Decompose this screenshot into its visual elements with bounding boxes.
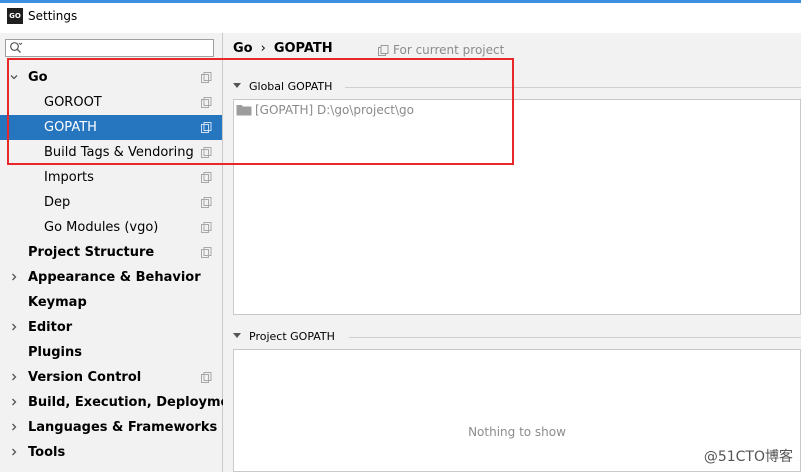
chevron-right-icon[interactable] — [10, 448, 18, 456]
section-divider — [349, 337, 801, 338]
settings-search-input[interactable] — [5, 39, 214, 57]
tree-item-label: Editor — [28, 320, 73, 335]
tree-item[interactable]: Plugins — [0, 340, 222, 365]
chevron-right-icon[interactable] — [10, 373, 18, 381]
project-gopath-title: Project GOPATH — [249, 330, 335, 343]
tree-item[interactable]: Build, Execution, Deployment — [0, 390, 245, 415]
title-bar: GO Settings — [0, 0, 801, 33]
tree-item-label: Version Control — [28, 370, 142, 385]
project-scope-icon — [201, 172, 212, 183]
breadcrumb-current: GOPATH — [273, 41, 333, 56]
tree-item-label: Project Structure — [28, 245, 155, 260]
tree-item-label: Build Tags & Vendoring — [44, 145, 194, 160]
tree-item[interactable]: GOROOT — [0, 90, 222, 115]
tree-item[interactable]: Appearance & Behavior — [0, 265, 222, 290]
collapse-triangle-icon — [233, 83, 241, 88]
tree-item-label: Keymap — [28, 295, 87, 310]
tree-item-label: GOROOT — [44, 95, 102, 110]
tree-item[interactable]: GOPATH — [0, 115, 222, 140]
watermark: @51CTO博客 — [703, 449, 793, 465]
project-scope-icon — [201, 222, 212, 233]
chevron-right-icon[interactable] — [10, 423, 18, 431]
tree-item[interactable]: Dep — [0, 190, 222, 215]
breadcrumb-separator: › — [260, 41, 266, 56]
empty-list-text: Nothing to show — [468, 425, 566, 439]
project-scope-icon — [201, 97, 212, 108]
tree-item-label: Appearance & Behavior — [28, 270, 201, 285]
global-gopath-list[interactable]: [GOPATH] D:\go\project\go — [233, 99, 801, 315]
project-scope-icon — [201, 72, 212, 83]
section-divider — [345, 87, 801, 88]
tree-item[interactable]: Languages & Frameworks — [0, 415, 222, 440]
tree-item[interactable]: Project Structure — [0, 240, 222, 265]
project-gopath-header[interactable]: Project GOPATH — [233, 330, 335, 343]
tree-item-label: Plugins — [28, 345, 82, 360]
breadcrumb: Go › GOPATH — [233, 41, 333, 56]
tree-item[interactable]: Tools — [0, 440, 222, 465]
project-scope-icon — [378, 45, 389, 56]
window-title: Settings — [28, 9, 78, 23]
goland-app-icon: GO — [7, 8, 23, 24]
tree-item-label: Go Modules (vgo) — [44, 220, 159, 235]
chevron-down-icon[interactable] — [10, 73, 18, 81]
gopath-settings-panel: Go › GOPATH For current project Global GOP… — [223, 33, 801, 472]
tree-item[interactable]: Go Modules (vgo) — [0, 215, 222, 240]
folder-icon — [236, 105, 252, 116]
project-scope-icon — [201, 372, 212, 383]
project-scope-icon — [201, 147, 212, 158]
scope-note-text: For current project — [393, 43, 505, 57]
project-scope-icon — [201, 247, 212, 258]
chevron-right-icon[interactable] — [10, 398, 18, 406]
tree-item-label: Tools — [28, 445, 66, 460]
settings-sidebar: Go GOROOT GOPATH Build Tags & Vendoring Impo… — [0, 33, 245, 472]
search-icon — [10, 42, 23, 53]
scope-note: For current project — [378, 43, 504, 57]
chevron-right-icon[interactable] — [10, 323, 18, 331]
breadcrumb-parent[interactable]: Go — [233, 41, 253, 56]
tree-item-label: GOPATH — [44, 120, 97, 135]
collapse-triangle-icon — [233, 333, 241, 338]
tree-item-label: Dep — [44, 195, 71, 210]
project-scope-icon — [201, 122, 212, 133]
tree-item[interactable]: Go — [0, 65, 222, 90]
tree-item[interactable]: Keymap — [0, 290, 222, 315]
global-gopath-title: Global GOPATH — [249, 80, 333, 93]
global-gopath-entry[interactable]: [GOPATH] D:\go\project\go — [236, 103, 414, 117]
tree-item[interactable]: Editor — [0, 315, 222, 340]
tree-item[interactable]: Imports — [0, 165, 222, 190]
tree-item-label: Go — [28, 70, 48, 85]
tree-item-label: Imports — [44, 170, 94, 185]
global-gopath-entry-text: [GOPATH] D:\go\project\go — [255, 103, 414, 117]
global-gopath-header[interactable]: Global GOPATH — [233, 80, 332, 93]
tree-item[interactable]: Version Control — [0, 365, 222, 390]
tree-item-label: Languages & Frameworks — [28, 420, 218, 435]
tree-item-label: Build, Execution, Deployment — [28, 395, 245, 410]
title-bar-accent — [0, 0, 801, 3]
tree-item[interactable]: Build Tags & Vendoring — [0, 140, 222, 165]
project-scope-icon — [201, 197, 212, 208]
chevron-right-icon[interactable] — [10, 273, 18, 281]
